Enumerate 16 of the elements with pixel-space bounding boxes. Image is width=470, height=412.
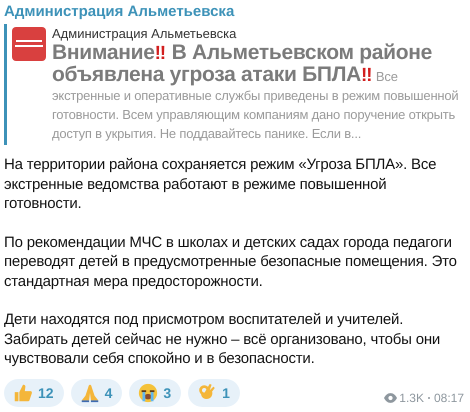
message-paragraph: По рекомендации МЧС в школах и детских садах города педагоги переводят детей в предусмотренные безопасные помещения. Это стандартная мера предосторожности. — [4, 232, 458, 291]
view-count: 1.3K — [399, 390, 424, 404]
eye-icon — [384, 392, 398, 402]
message-paragraph: Дети находятся под присмотром воспитателей и учителей. Забирать детей сейчас не нужно – всё организовано, чтобы они чувствовали себя спокойно и в безопасности. — [4, 310, 442, 368]
crying-face-icon — [137, 382, 160, 404]
reaction-button[interactable]: 12 — [4, 378, 64, 406]
message-paragraph: На территории района сохраняется режим «Угроза БПЛА». Все экстренные ведомства работают в режиме повышенной готовности. — [4, 155, 438, 214]
separator-dot-icon — [428, 396, 430, 398]
reaction-button[interactable]: 1 — [188, 378, 240, 406]
reaction-button[interactable]: 3 — [129, 378, 182, 406]
reaction-button[interactable]: 4 — [70, 378, 122, 406]
message-time: 08:17 — [434, 390, 464, 404]
reply-preview-text: Внимание‼ В Альметьевском районе объявлена угроза атаки БПЛА‼ Все экстренные и оперативные службы приведены в режим повышенной готовности. Всем управляющим компаниям дано поручение открыть доступ в укрытия. Не поддавайтесь панике. Если в... — [52, 42, 460, 143]
reply-author: Администрация Альметьевска — [52, 26, 238, 42]
channel-logo-icon — [12, 27, 46, 61]
sender-name[interactable]: Администрация Альметьевска — [4, 2, 464, 22]
